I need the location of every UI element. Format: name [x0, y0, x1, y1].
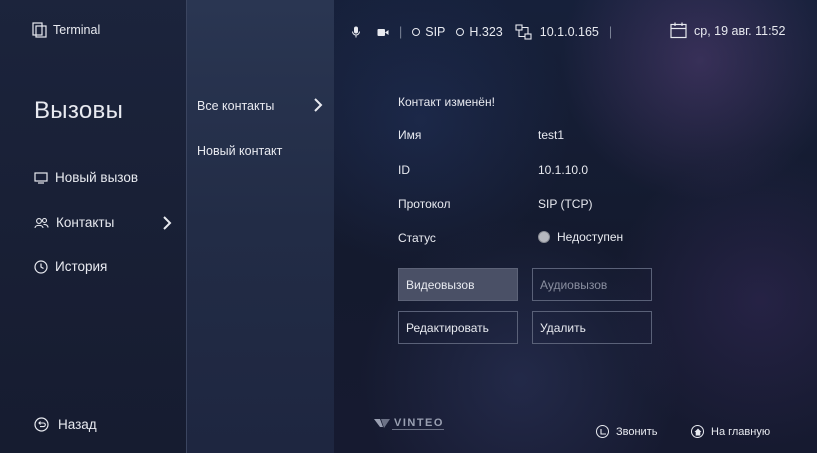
- datetime-text: ср, 19 авг. 11:52: [694, 23, 786, 38]
- submenu-item-label: Все контакты: [197, 99, 275, 113]
- sidebar-item-label: История: [55, 259, 108, 274]
- sidebar-item-history[interactable]: История: [34, 259, 174, 274]
- call-hint-icon: [596, 425, 609, 438]
- button-label: Удалить: [540, 320, 586, 335]
- ip-address: 10.1.0.165: [539, 25, 599, 39]
- logo-underline: [392, 429, 444, 430]
- sip-status-icon: [412, 28, 421, 36]
- status-separator: |: [608, 25, 613, 39]
- sidebar-item-new-call[interactable]: Новый вызов: [34, 170, 174, 185]
- logo-mark-icon: [374, 419, 390, 428]
- home-label: На главную: [711, 425, 771, 438]
- sidebar-item-contacts[interactable]: Контакты: [34, 215, 174, 230]
- back-icon: [34, 417, 49, 432]
- field-label-id: ID: [398, 163, 410, 177]
- field-value-id: 10.1.10.0: [538, 163, 588, 177]
- video-call-button[interactable]: Видеовызов: [398, 268, 518, 301]
- field-value-text: Недоступен: [557, 230, 624, 244]
- calendar-icon: [670, 22, 687, 39]
- field-value-text: SIP (TCP): [538, 197, 593, 211]
- status-message: Контакт изменён!: [398, 95, 495, 109]
- page-title: Вызовы: [34, 97, 124, 124]
- sidebar: Terminal Вызовы Новый вызов Контакты Ист…: [0, 0, 187, 453]
- audio-call-button[interactable]: Аудиовызов: [532, 268, 652, 301]
- contacts-icon: [34, 217, 49, 228]
- submenu-panel: [187, 0, 334, 453]
- network-icon: [515, 23, 532, 40]
- call-hint-label: Звонить: [616, 425, 658, 438]
- submenu-item-new-contact[interactable]: Новый контакт: [197, 144, 282, 158]
- home-button[interactable]: На главную: [691, 425, 770, 438]
- delete-contact-button[interactable]: Удалить: [532, 311, 652, 344]
- vinteo-logo: VINTEO: [374, 417, 444, 430]
- microphone-icon: [352, 26, 360, 38]
- back-button[interactable]: Назад: [34, 417, 97, 432]
- field-label-status: Статус: [398, 231, 436, 245]
- clock-icon: [34, 259, 48, 274]
- back-label: Назад: [58, 417, 97, 432]
- field-value-text: 10.1.10.0: [538, 163, 589, 177]
- field-value-status: Недоступен: [538, 230, 623, 244]
- datetime: ср, 19 авг. 11:52: [670, 22, 785, 39]
- camera-icon: [377, 28, 389, 36]
- sip-label: SIP: [425, 25, 446, 39]
- app-title: Terminal: [32, 22, 100, 38]
- field-value-name: test1: [538, 128, 564, 142]
- edit-contact-button[interactable]: Редактировать: [398, 311, 518, 344]
- status-separator: |: [399, 25, 403, 39]
- terminal-icon: [32, 22, 47, 38]
- home-icon: [691, 425, 704, 438]
- field-label-name: Имя: [398, 128, 422, 142]
- call-hint-button[interactable]: Звонить: [596, 425, 657, 438]
- button-label: Аудиовызов: [540, 277, 608, 292]
- button-label: Редактировать: [406, 320, 489, 335]
- sidebar-item-label: Новый вызов: [55, 170, 139, 185]
- field-value-text: test1: [538, 128, 565, 142]
- field-label-protocol: Протокол: [398, 197, 451, 211]
- button-label: Видеовызов: [406, 277, 475, 292]
- logo-text: VINTEO: [394, 417, 444, 429]
- status-indicator-icon: [538, 231, 550, 243]
- chevron-right-icon: [163, 216, 172, 230]
- chevron-right-icon: [314, 98, 323, 112]
- app-title-text: Terminal: [53, 23, 101, 37]
- h323-label: H.323: [469, 25, 503, 39]
- monitor-icon: [34, 171, 48, 184]
- sidebar-item-label: Контакты: [56, 215, 115, 230]
- h323-status-icon: [456, 28, 465, 36]
- submenu-item-all-contacts[interactable]: Все контакты: [197, 99, 274, 113]
- submenu-item-label: Новый контакт: [197, 144, 283, 158]
- field-value-protocol: SIP (TCP): [538, 197, 592, 211]
- status-bar: | SIP H.323 10.1.0.165 |: [351, 23, 622, 41]
